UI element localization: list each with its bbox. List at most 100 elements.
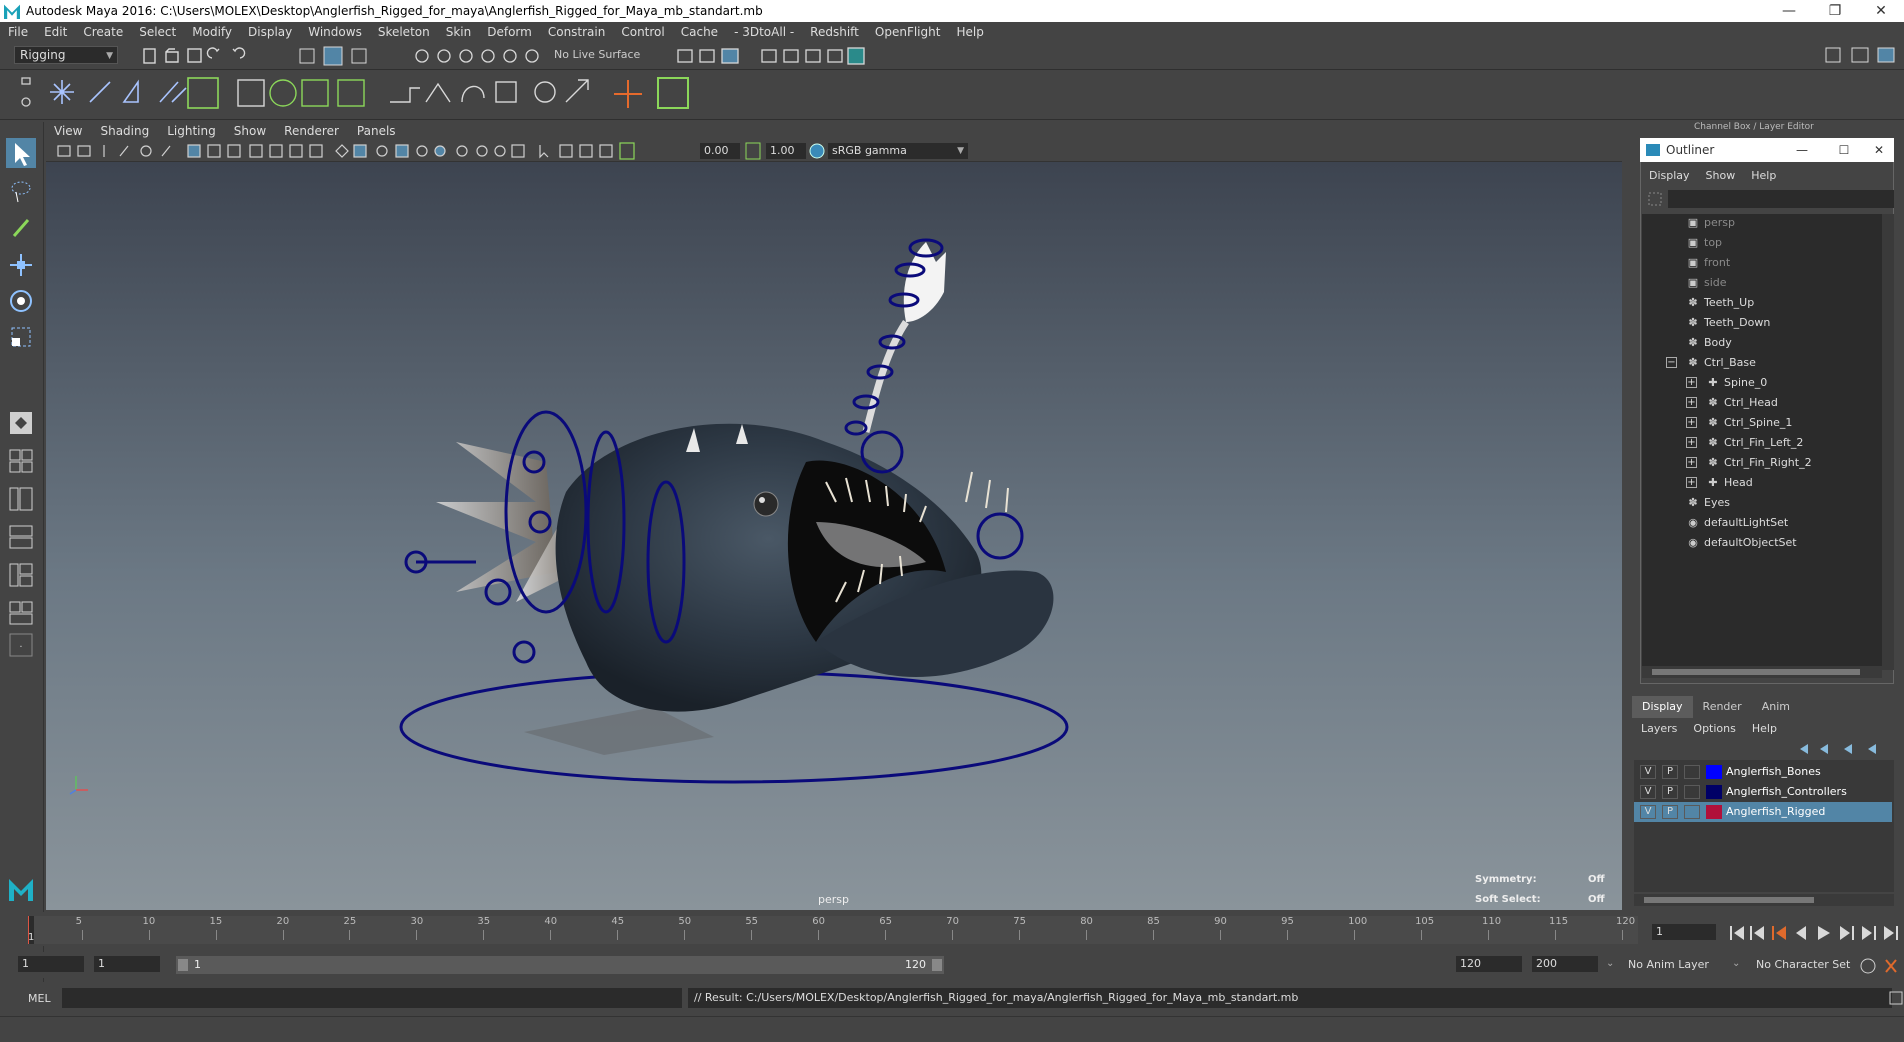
animation-end-field[interactable]: 200 xyxy=(1532,956,1598,972)
current-frame-field[interactable]: 1 xyxy=(1652,924,1716,940)
script-editor-icon[interactable] xyxy=(1888,988,1904,1008)
layer-playback-toggle[interactable]: P xyxy=(1662,785,1678,799)
outliner-item[interactable]: ▣ front xyxy=(1686,254,1730,272)
outliner-item[interactable]: ✽ Teeth_Down xyxy=(1686,314,1770,332)
layer-color-swatch[interactable] xyxy=(1706,765,1722,779)
menu-help[interactable]: Help xyxy=(948,25,991,39)
outliner-item[interactable]: ✚ Head xyxy=(1706,474,1752,492)
outliner-item[interactable]: ✽ Teeth_Up xyxy=(1686,294,1754,312)
range-end-handle[interactable] xyxy=(932,959,942,971)
outliner-item[interactable]: ✽ Ctrl_Fin_Right_2 xyxy=(1706,454,1811,472)
menu-select[interactable]: Select xyxy=(131,25,184,39)
close-button[interactable]: ✕ xyxy=(1858,0,1904,22)
viewport-menu-shading[interactable]: Shading xyxy=(92,124,159,138)
outliner-search-input[interactable] xyxy=(1668,190,1894,208)
outliner-item[interactable]: ✽ Ctrl_Head xyxy=(1706,394,1777,412)
layer-visibility-toggle[interactable]: V xyxy=(1640,785,1656,799)
outliner-item[interactable]: ◉ defaultObjectSet xyxy=(1686,534,1796,552)
layer-horizontal-scrollbar[interactable] xyxy=(1634,894,1894,906)
character-set-chevron-icon[interactable]: ⌄ xyxy=(1732,958,1740,969)
playback-end-field[interactable]: 120 xyxy=(1456,956,1522,972)
menu-3dtoall[interactable]: - 3DtoAll - xyxy=(726,25,802,39)
animation-start-field[interactable]: 1 xyxy=(18,956,84,972)
character-set-dropdown[interactable]: No Character Set xyxy=(1756,958,1850,971)
viewport-menu-view[interactable]: View xyxy=(46,124,92,138)
layer-row[interactable]: V P Anglerfish_Bones xyxy=(1634,762,1892,782)
lasso-tool[interactable] xyxy=(6,176,36,206)
outliner-item[interactable]: ✽ Ctrl_Spine_1 xyxy=(1706,414,1792,432)
range-slider[interactable]: 1 120 xyxy=(176,956,944,974)
menu-constrain[interactable]: Constrain xyxy=(540,25,614,39)
outliner-filter-icon[interactable] xyxy=(1646,190,1664,208)
move-tool[interactable] xyxy=(6,250,36,280)
layer-playback-toggle[interactable]: P xyxy=(1662,805,1678,819)
perspective-viewport[interactable] xyxy=(46,162,1622,910)
minimize-button[interactable]: — xyxy=(1766,0,1812,22)
uv-layout[interactable] xyxy=(6,598,36,628)
viewport-menu-renderer[interactable]: Renderer xyxy=(276,124,349,138)
channel-box-tab[interactable]: Channel Box / Layer Editor xyxy=(1694,122,1814,132)
live-surface-field[interactable]: No Live Surface xyxy=(554,46,658,64)
tab-render[interactable]: Render xyxy=(1693,696,1752,718)
layer-menu-layers[interactable]: Layers xyxy=(1632,722,1684,735)
outliner-item[interactable]: ▣ side xyxy=(1686,274,1727,292)
outliner-item[interactable]: ✽ Ctrl_Base xyxy=(1686,354,1755,372)
expand-icon[interactable]: + xyxy=(1686,437,1697,448)
viewport-menu-panels[interactable]: Panels xyxy=(349,124,406,138)
time-slider-track[interactable] xyxy=(28,916,1638,944)
expand-icon[interactable]: + xyxy=(1686,457,1697,468)
menu-deform[interactable]: Deform xyxy=(479,25,540,39)
range-start-handle[interactable] xyxy=(178,959,188,971)
layer-color-swatch[interactable] xyxy=(1706,805,1722,819)
menu-edit[interactable]: Edit xyxy=(36,25,75,39)
menu-cache[interactable]: Cache xyxy=(673,25,726,39)
maya-home-button[interactable] xyxy=(6,874,36,904)
persp-graph-layout[interactable] xyxy=(6,522,36,552)
layer-row[interactable]: V P Anglerfish_Rigged xyxy=(1634,802,1892,822)
outliner-item[interactable]: ◉ defaultLightSet xyxy=(1686,514,1788,532)
playback-start-field[interactable]: 1 xyxy=(94,956,160,972)
outliner-menu-display[interactable]: Display xyxy=(1641,169,1698,182)
layer-row[interactable]: V P Anglerfish_Controllers xyxy=(1634,782,1892,802)
layer-playback-toggle[interactable]: P xyxy=(1662,765,1678,779)
menu-redshift[interactable]: Redshift xyxy=(802,25,867,39)
gamma-field[interactable]: 1.00 xyxy=(766,143,806,159)
menu-control[interactable]: Control xyxy=(613,25,672,39)
expand-icon[interactable]: + xyxy=(1686,417,1697,428)
anim-layer-dropdown[interactable]: No Anim Layer xyxy=(1628,958,1709,971)
menu-set-selector[interactable]: Rigging xyxy=(14,46,118,64)
expand-icon[interactable]: + xyxy=(1686,477,1697,488)
outliner-maximize-button[interactable]: ☐ xyxy=(1824,143,1864,157)
outliner-item[interactable]: ✽ Ctrl_Fin_Left_2 xyxy=(1706,434,1803,452)
outliner-item[interactable]: ▣ persp xyxy=(1686,214,1735,232)
layer-visibility-toggle[interactable]: V xyxy=(1640,765,1656,779)
script-language-toggle[interactable]: MEL xyxy=(28,992,51,1005)
outliner-menu-show[interactable]: Show xyxy=(1698,169,1744,182)
layer-menu-options[interactable]: Options xyxy=(1684,722,1742,735)
menu-skeleton[interactable]: Skeleton xyxy=(370,25,438,39)
layer-type-toggle[interactable] xyxy=(1684,765,1700,779)
outliner-close-button[interactable]: ✕ xyxy=(1864,143,1894,157)
scale-tool[interactable] xyxy=(6,322,36,352)
single-perspective-layout[interactable] xyxy=(6,408,36,438)
collapse-icon[interactable]: − xyxy=(1666,357,1677,368)
expand-icon[interactable]: + xyxy=(1686,397,1697,408)
anim-layer-chevron-icon[interactable]: ⌄ xyxy=(1606,958,1614,969)
four-view-layout[interactable] xyxy=(6,446,36,476)
menu-openflight[interactable]: OpenFlight xyxy=(867,25,949,39)
tab-display[interactable]: Display xyxy=(1632,696,1693,718)
viewport-menu-show[interactable]: Show xyxy=(226,124,276,138)
layer-type-toggle[interactable] xyxy=(1684,805,1700,819)
color-space-dropdown[interactable]: sRGB gamma ▼ xyxy=(828,143,968,159)
menu-display[interactable]: Display xyxy=(240,25,300,39)
menu-modify[interactable]: Modify xyxy=(184,25,240,39)
exposure-field[interactable]: 0.00 xyxy=(700,143,740,159)
expand-icon[interactable]: + xyxy=(1686,377,1697,388)
layer-menu-help[interactable]: Help xyxy=(1743,722,1784,735)
outliner-horizontal-scrollbar[interactable] xyxy=(1642,666,1882,678)
persp-outliner-layout[interactable] xyxy=(6,484,36,514)
layer-color-swatch[interactable] xyxy=(1706,785,1722,799)
rotate-tool[interactable] xyxy=(6,286,36,316)
select-tool[interactable] xyxy=(6,138,36,168)
layer-type-toggle[interactable] xyxy=(1684,785,1700,799)
